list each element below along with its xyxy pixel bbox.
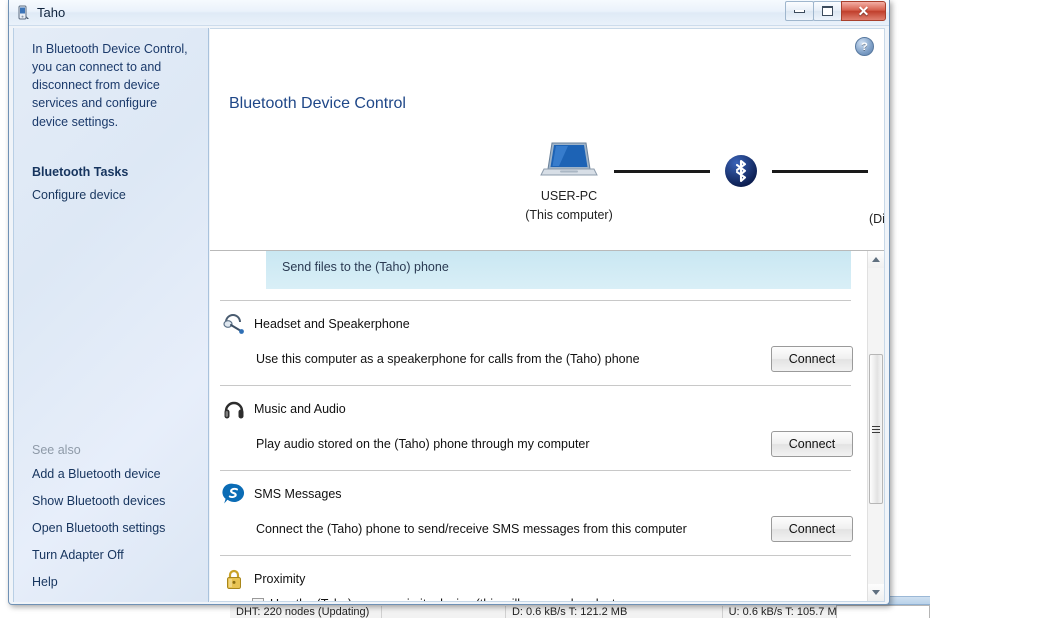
- proximity-checkbox-label: Use the (Taho) as a proximity device (th…: [270, 597, 615, 601]
- padlock-icon: [222, 567, 246, 591]
- maximize-button[interactable]: [813, 1, 842, 21]
- bluetooth-logo-icon: [725, 155, 757, 187]
- laptop-icon: [540, 168, 598, 185]
- bluetooth-tasks-heading: Bluetooth Tasks: [32, 165, 208, 179]
- see-also-heading: See also: [32, 443, 202, 457]
- service-title: Proximity: [254, 572, 305, 586]
- remote-device-status: (Disconnected): [836, 212, 885, 228]
- service-title: Music and Audio: [254, 402, 346, 416]
- service-description: Play audio stored on the (Taho) phone th…: [256, 437, 771, 451]
- chevron-down-icon: [872, 590, 880, 595]
- service-description: Use this computer as a speakerphone for …: [256, 352, 771, 366]
- close-icon: ✕: [858, 4, 870, 18]
- chevron-up-icon: [872, 257, 880, 262]
- connect-button-music-audio[interactable]: Connect: [771, 431, 853, 457]
- scrollbar-thumb[interactable]: [869, 354, 883, 504]
- sidebar-item-help[interactable]: Help: [32, 575, 202, 589]
- device-connection-diagram: USER-PC (This computer): [210, 129, 884, 239]
- minimize-button[interactable]: [785, 1, 814, 21]
- connect-button-headset[interactable]: Connect: [771, 346, 853, 372]
- scroll-up-button[interactable]: [868, 251, 884, 268]
- scroll-down-button[interactable]: [868, 584, 884, 601]
- services-list: Browse the files on the (Taho) phone Sen…: [210, 251, 884, 601]
- sidebar-intro-text: In Bluetooth Device Control, you can con…: [14, 28, 208, 131]
- connect-button-sms[interactable]: Connect: [771, 516, 853, 542]
- background-window-field: [836, 605, 930, 618]
- file-transfer-highlight[interactable]: Browse the files on the (Taho) phone Sen…: [266, 251, 851, 289]
- background-window-status-row: DHT: 220 nodes (Updating) D: 0.6 kB/s T:…: [230, 605, 930, 618]
- maximize-icon: [822, 6, 833, 16]
- minimize-icon: [794, 10, 805, 13]
- service-item-headset: Headset and Speakerphone Use this comput…: [210, 301, 867, 374]
- page-title: Bluetooth Device Control: [229, 95, 406, 113]
- desktop-background: DHT: 220 nodes (Updating) D: 0.6 kB/s T:…: [0, 0, 1054, 617]
- window-controls: ✕: [786, 1, 886, 21]
- close-button[interactable]: ✕: [841, 1, 886, 21]
- local-device-name: USER-PC: [494, 189, 644, 205]
- status-cell: [382, 606, 506, 618]
- headphones-icon: [222, 397, 246, 421]
- bluetooth-device-control-window: Taho ✕ In Bluetooth Device Control, you …: [8, 0, 890, 605]
- service-title: Headset and Speakerphone: [254, 317, 410, 331]
- sidebar-item-turn-adapter-off[interactable]: Turn Adapter Off: [32, 548, 202, 562]
- sidebar-item-configure-device[interactable]: Configure device: [32, 188, 208, 202]
- service-title: SMS Messages: [254, 487, 342, 501]
- local-device-status: (This computer): [494, 208, 644, 224]
- title-bar[interactable]: Taho ✕: [9, 0, 889, 26]
- sidebar: In Bluetooth Device Control, you can con…: [13, 28, 209, 602]
- headset-icon: [222, 312, 246, 336]
- content-pane: ? Bluetooth Device Control: [210, 28, 885, 602]
- see-also-section: See also Add a Bluetooth device Show Blu…: [32, 443, 202, 602]
- bluetooth-device-icon: [15, 5, 31, 21]
- remote-device-name: Taho: [836, 193, 885, 209]
- local-device-node[interactable]: USER-PC (This computer): [494, 139, 644, 223]
- proximity-checkbox[interactable]: [252, 598, 264, 601]
- sidebar-item-add-bluetooth-device[interactable]: Add a Bluetooth device: [32, 467, 202, 481]
- sidebar-item-show-bluetooth-devices[interactable]: Show Bluetooth devices: [32, 494, 202, 508]
- sidebar-item-open-bluetooth-settings[interactable]: Open Bluetooth settings: [32, 521, 202, 535]
- remote-device-node[interactable]: Taho (Disconnected): [836, 135, 885, 227]
- window-title: Taho: [37, 5, 65, 20]
- send-files-link[interactable]: Send files to the (Taho) phone: [266, 255, 851, 279]
- window-body: In Bluetooth Device Control, you can con…: [9, 26, 889, 604]
- service-description: Connect the (Taho) phone to send/receive…: [256, 522, 771, 536]
- help-icon[interactable]: ?: [855, 37, 874, 56]
- service-item-proximity: Proximity Use the (Taho) as a proximity …: [210, 556, 867, 601]
- connection-line-left: [614, 170, 710, 173]
- status-cell: D: 0.6 kB/s T: 121.2 MB: [506, 606, 723, 618]
- vertical-scrollbar[interactable]: [867, 251, 884, 601]
- status-cell: DHT: 220 nodes (Updating): [230, 606, 382, 618]
- sms-bubble-icon: [222, 482, 246, 506]
- service-item-music-audio: Music and Audio Play audio stored on the…: [210, 386, 867, 459]
- service-item-sms: SMS Messages Connect the (Taho) phone to…: [210, 471, 867, 544]
- scrollbar-grip-icon: [872, 426, 880, 433]
